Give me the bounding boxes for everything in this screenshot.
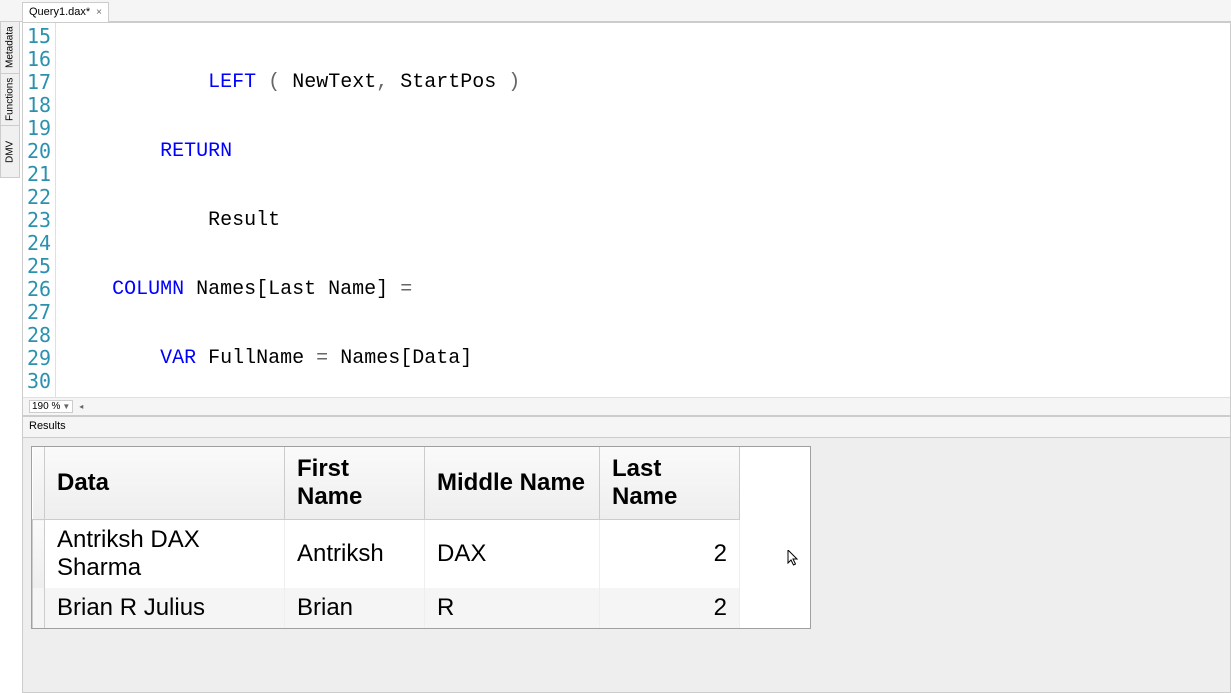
cell: Brian R Julius: [45, 588, 285, 628]
code-line: COLUMN Names[Last Name] =: [64, 278, 820, 301]
code-content[interactable]: LEFT ( NewText, StartPos ) RETURN Result…: [56, 23, 820, 399]
results-grid[interactable]: Data First Name Middle Name Last Name An…: [31, 446, 811, 629]
tab-title: Query1.dax*: [29, 6, 90, 18]
code-line: LEFT ( NewText, StartPos ): [64, 71, 820, 94]
chevron-down-icon: ▼: [62, 402, 70, 411]
line-number-gutter: 15161718 19202122 23242526 27282930: [23, 23, 56, 399]
cell: DAX: [425, 520, 600, 589]
cell: Antriksh DAX Sharma: [45, 520, 285, 589]
column-header[interactable]: Last Name: [600, 447, 740, 520]
side-tab-metadata[interactable]: Metadata: [0, 22, 20, 74]
column-header[interactable]: First Name: [285, 447, 425, 520]
cell: Antriksh: [285, 520, 425, 589]
results-panel: Data First Name Middle Name Last Name An…: [22, 438, 1231, 693]
code-line: RETURN: [64, 140, 820, 163]
table-row[interactable]: Brian R Julius Brian R 2: [33, 588, 740, 628]
tab-bar: Query1.dax* ×: [0, 0, 1231, 22]
zoom-bar: 190 % ▼ ◂: [23, 397, 1230, 415]
side-tab-strip: Metadata Functions DMV: [0, 22, 20, 178]
file-tab[interactable]: Query1.dax* ×: [22, 2, 109, 22]
close-icon[interactable]: ×: [96, 7, 102, 18]
side-tab-dmv[interactable]: DMV: [0, 126, 20, 178]
row-selector[interactable]: [33, 588, 45, 628]
results-title: Results: [29, 420, 66, 432]
code-line: Result: [64, 209, 820, 232]
row-selector-header: [33, 447, 45, 520]
side-tab-functions[interactable]: Functions: [0, 74, 20, 126]
row-selector[interactable]: [33, 520, 45, 589]
code-line: VAR FullName = Names[Data]: [64, 347, 820, 370]
code-editor[interactable]: 15161718 19202122 23242526 27282930 LEFT…: [22, 22, 1231, 416]
results-panel-header[interactable]: Results: [22, 416, 1231, 438]
zoom-value: 190 %: [32, 401, 60, 412]
table-header-row: Data First Name Middle Name Last Name: [33, 447, 740, 520]
column-header[interactable]: Data: [45, 447, 285, 520]
table-row[interactable]: Antriksh DAX Sharma Antriksh DAX 2: [33, 520, 740, 589]
cell: R: [425, 588, 600, 628]
cell: Brian: [285, 588, 425, 628]
scroll-left-icon[interactable]: ◂: [79, 402, 83, 411]
cell: 2: [600, 520, 740, 589]
cell: 2: [600, 588, 740, 628]
zoom-dropdown[interactable]: 190 % ▼: [29, 400, 73, 413]
column-header[interactable]: Middle Name: [425, 447, 600, 520]
